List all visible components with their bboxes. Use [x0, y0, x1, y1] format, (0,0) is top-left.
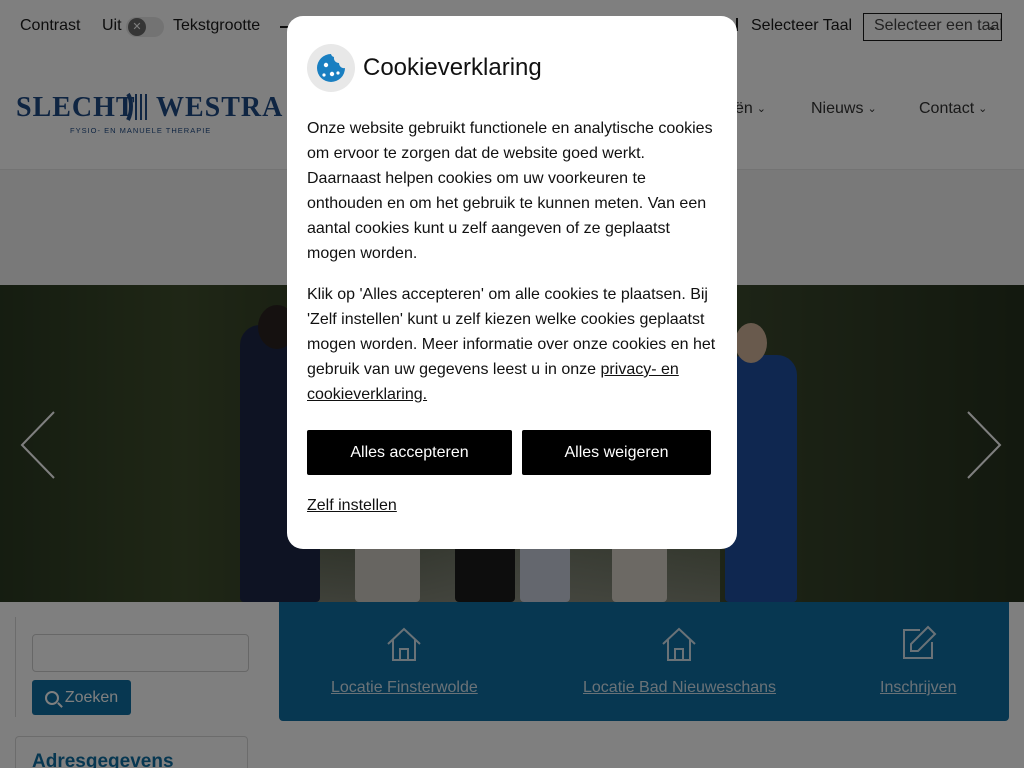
customize-cookies-link[interactable]: Zelf instellen — [307, 497, 397, 515]
cookie-modal: Cookieverklaring Onze website gebruikt f… — [287, 16, 737, 549]
cookie-info-text: Klik op 'Alles accepteren' om alle cooki… — [307, 282, 719, 407]
accept-all-button[interactable]: Alles accepteren — [307, 430, 512, 475]
cookie-icon — [317, 54, 345, 82]
cookie-icon-badge — [307, 44, 355, 92]
cookie-intro-text: Onze website gebruikt functionele en ana… — [307, 120, 713, 262]
cookie-modal-title: Cookieverklaring — [363, 54, 542, 81]
reject-all-button[interactable]: Alles weigeren — [522, 430, 711, 475]
